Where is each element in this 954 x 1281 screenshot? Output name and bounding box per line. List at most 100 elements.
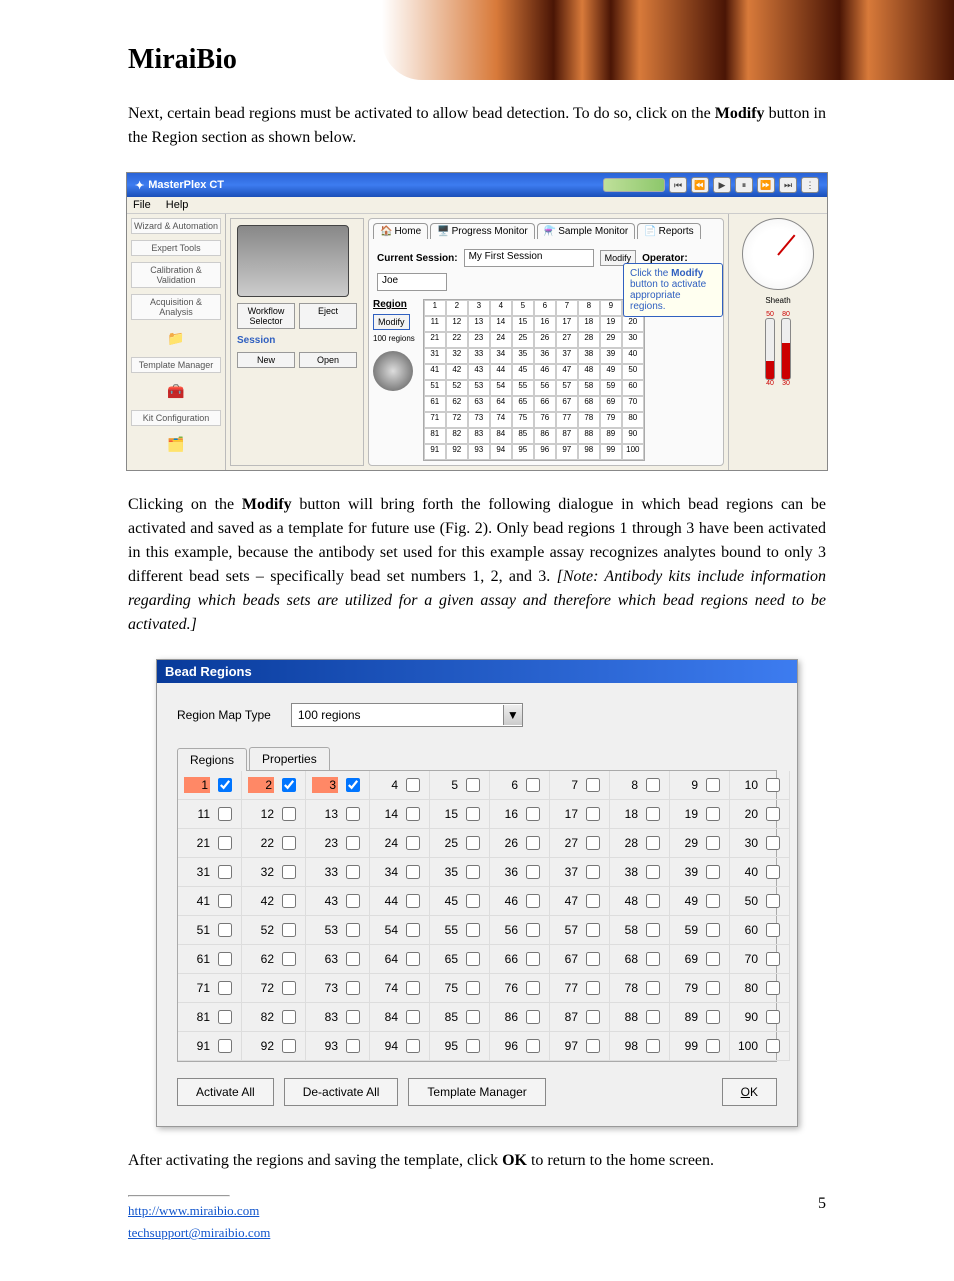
region-checkbox-52[interactable] [282, 923, 296, 937]
region-checkbox-31[interactable] [218, 865, 232, 879]
region-checkbox-84[interactable] [406, 1010, 420, 1024]
region-checkbox-73[interactable] [346, 981, 360, 995]
region-checkbox-44[interactable] [406, 894, 420, 908]
region-checkbox-18[interactable] [646, 807, 660, 821]
region-checkbox-35[interactable] [466, 865, 480, 879]
region-checkbox-55[interactable] [466, 923, 480, 937]
region-checkbox-10[interactable] [766, 778, 780, 792]
fast-forward-button[interactable]: ⏩ [757, 177, 775, 193]
skip-next-button[interactable]: ⏭ [779, 177, 797, 193]
nav-template[interactable]: Template Manager [131, 357, 221, 373]
region-checkbox-48[interactable] [646, 894, 660, 908]
region-checkbox-70[interactable] [766, 952, 780, 966]
region-checkbox-83[interactable] [346, 1010, 360, 1024]
region-checkbox-59[interactable] [706, 923, 720, 937]
skip-prev-button[interactable]: ⏮ [669, 177, 687, 193]
region-checkbox-67[interactable] [586, 952, 600, 966]
region-checkbox-43[interactable] [346, 894, 360, 908]
region-checkbox-66[interactable] [526, 952, 540, 966]
region-checkbox-49[interactable] [706, 894, 720, 908]
region-checkbox-28[interactable] [646, 836, 660, 850]
region-checkbox-90[interactable] [766, 1010, 780, 1024]
region-checkbox-93[interactable] [346, 1039, 360, 1053]
region-checkbox-17[interactable] [586, 807, 600, 821]
region-checkbox-16[interactable] [526, 807, 540, 821]
region-checkbox-89[interactable] [706, 1010, 720, 1024]
tab-home[interactable]: 🏠Home [373, 223, 428, 239]
region-checkbox-87[interactable] [586, 1010, 600, 1024]
region-checkbox-88[interactable] [646, 1010, 660, 1024]
region-checkbox-42[interactable] [282, 894, 296, 908]
region-checkbox-12[interactable] [282, 807, 296, 821]
tab-progress[interactable]: 🖥️Progress Monitor [430, 223, 535, 239]
footer-url[interactable]: http://www.miraibio.com [128, 1203, 270, 1219]
region-map-type-select[interactable]: 100 regions ▼ [291, 703, 523, 727]
region-checkbox-60[interactable] [766, 923, 780, 937]
tab-regions[interactable]: Regions [177, 748, 247, 771]
region-checkbox-68[interactable] [646, 952, 660, 966]
template-manager-button[interactable]: Template Manager [408, 1078, 545, 1106]
region-checkbox-96[interactable] [526, 1039, 540, 1053]
region-checkbox-19[interactable] [706, 807, 720, 821]
region-checkbox-99[interactable] [706, 1039, 720, 1053]
region-checkbox-75[interactable] [466, 981, 480, 995]
region-checkbox-45[interactable] [466, 894, 480, 908]
region-checkbox-50[interactable] [766, 894, 780, 908]
region-checkbox-81[interactable] [218, 1010, 232, 1024]
region-checkbox-15[interactable] [466, 807, 480, 821]
nav-acquisition[interactable]: Acquisition & Analysis [131, 294, 221, 320]
region-checkbox-9[interactable] [706, 778, 720, 792]
tab-properties[interactable]: Properties [249, 747, 330, 770]
nav-wizard[interactable]: Wizard & Automation [131, 218, 221, 234]
region-checkbox-7[interactable] [586, 778, 600, 792]
region-checkbox-24[interactable] [406, 836, 420, 850]
tab-sample[interactable]: ⚗️Sample Monitor [537, 223, 635, 239]
region-checkbox-27[interactable] [586, 836, 600, 850]
region-checkbox-82[interactable] [282, 1010, 296, 1024]
nav-expert[interactable]: Expert Tools [131, 240, 221, 256]
ok-button[interactable]: OK [722, 1078, 777, 1106]
region-checkbox-41[interactable] [218, 894, 232, 908]
region-checkbox-20[interactable] [766, 807, 780, 821]
tab-reports[interactable]: 📄Reports [637, 223, 700, 239]
region-checkbox-37[interactable] [586, 865, 600, 879]
region-checkbox-74[interactable] [406, 981, 420, 995]
pause-button[interactable]: ⏸ [735, 177, 753, 193]
region-checkbox-62[interactable] [282, 952, 296, 966]
region-checkbox-6[interactable] [526, 778, 540, 792]
region-checkbox-86[interactable] [526, 1010, 540, 1024]
region-checkbox-26[interactable] [526, 836, 540, 850]
workflow-selector-button[interactable]: Workflow Selector [237, 303, 295, 329]
region-checkbox-2[interactable] [282, 778, 296, 792]
eject-button[interactable]: Eject [299, 303, 357, 329]
region-checkbox-32[interactable] [282, 865, 296, 879]
region-checkbox-23[interactable] [346, 836, 360, 850]
region-checkbox-3[interactable] [346, 778, 360, 792]
region-checkbox-34[interactable] [406, 865, 420, 879]
region-checkbox-85[interactable] [466, 1010, 480, 1024]
region-checkbox-78[interactable] [646, 981, 660, 995]
region-checkbox-13[interactable] [346, 807, 360, 821]
region-checkbox-63[interactable] [346, 952, 360, 966]
region-checkbox-92[interactable] [282, 1039, 296, 1053]
modify-region-button[interactable]: Modify [373, 314, 410, 330]
play-button[interactable]: ▶ [713, 177, 731, 193]
region-checkbox-33[interactable] [346, 865, 360, 879]
region-checkbox-4[interactable] [406, 778, 420, 792]
region-checkbox-100[interactable] [766, 1039, 780, 1053]
region-checkbox-39[interactable] [706, 865, 720, 879]
region-checkbox-11[interactable] [218, 807, 232, 821]
nav-calibration[interactable]: Calibration & Validation [131, 262, 221, 288]
open-button[interactable]: Open [299, 352, 357, 368]
region-checkbox-65[interactable] [466, 952, 480, 966]
region-checkbox-61[interactable] [218, 952, 232, 966]
region-checkbox-57[interactable] [586, 923, 600, 937]
region-checkbox-38[interactable] [646, 865, 660, 879]
region-checkbox-72[interactable] [282, 981, 296, 995]
region-checkbox-58[interactable] [646, 923, 660, 937]
region-checkbox-47[interactable] [586, 894, 600, 908]
region-checkbox-22[interactable] [282, 836, 296, 850]
region-checkbox-79[interactable] [706, 981, 720, 995]
region-checkbox-95[interactable] [466, 1039, 480, 1053]
region-checkbox-91[interactable] [218, 1039, 232, 1053]
